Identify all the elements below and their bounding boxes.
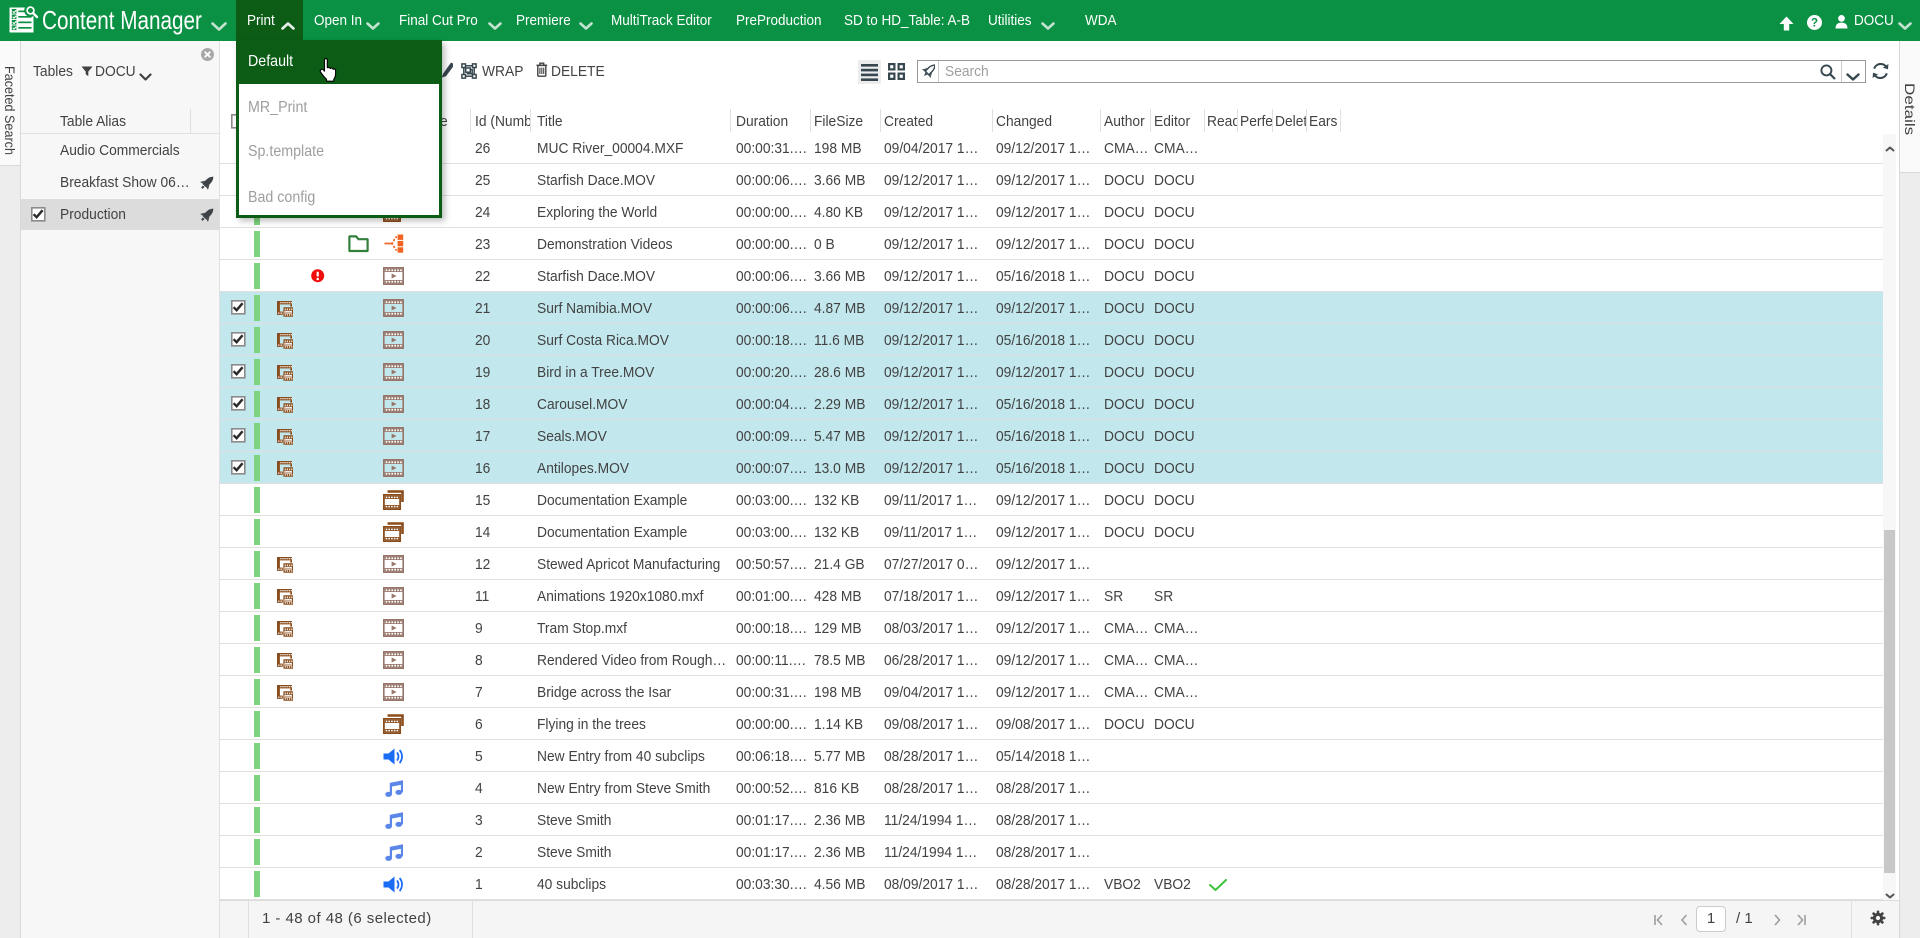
svg-text:?: ? <box>1811 18 1818 30</box>
